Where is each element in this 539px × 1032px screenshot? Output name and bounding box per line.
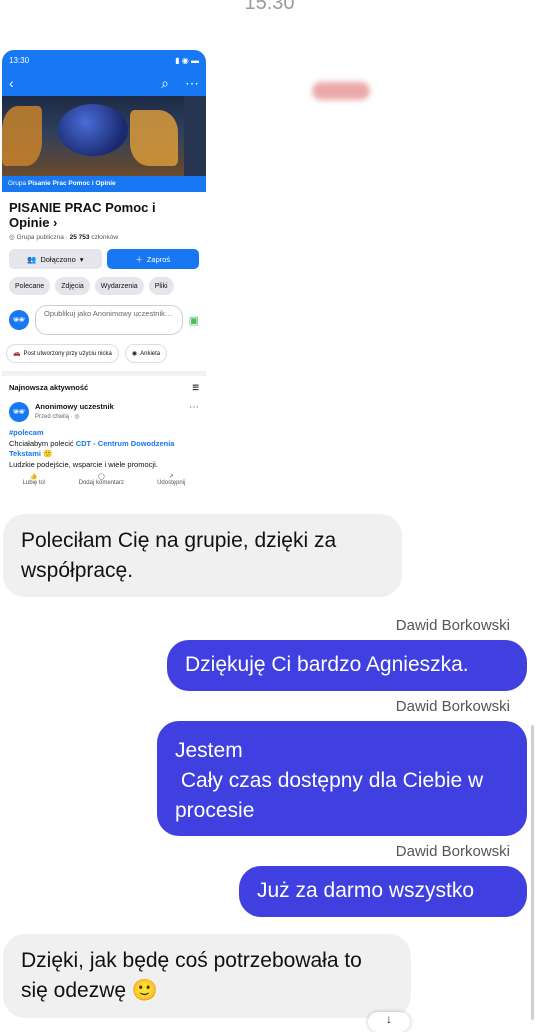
tag-poll-label: Ankieta: [140, 350, 161, 357]
like-label: Lubię to!: [22, 480, 46, 486]
joined-button: 👥 Dołączono ▾: [9, 249, 102, 269]
share-label: Udostępnij: [157, 480, 186, 486]
shared-screenshot[interactable]: 13:30 ▮ ◉ ▬ ‹ ⌕ ⋯ Grupa Pisanie Prac Pom…: [2, 50, 206, 512]
invite-button: ＋ Zaproś: [106, 249, 199, 269]
chip-featured: Polecane: [9, 277, 51, 295]
group-title: PISANIE PRAC Pomoc i Opinie ›: [9, 200, 156, 230]
group-cover-image: [2, 96, 206, 176]
invite-label: Zaproś: [146, 254, 171, 264]
comment-icon: ◯: [97, 474, 105, 480]
back-arrow-icon: ‹: [9, 75, 14, 91]
outgoing-message[interactable]: Jestem Cały czas dostępny dla Ciebie w p…: [157, 721, 527, 836]
like-icon: 👍: [30, 474, 38, 480]
message-text: Jestem Cały czas dostępny dla Ciebie w p…: [175, 739, 484, 822]
post-emoji: 🙂: [40, 449, 53, 458]
group-actions: 👥 Dołączono ▾ ＋ Zaproś: [2, 241, 206, 269]
group-label-strip: Grupa Pisanie Prac Pomoc i Opinie: [2, 176, 206, 192]
message-text: Dziękuję Ci bardzo Agnieszka.: [185, 653, 469, 676]
post-type-tags: 🚗 Post utworzony przy użyciu nicka ◉ Ankie…: [2, 335, 206, 363]
post-author-avatar-icon: 🕶: [9, 402, 29, 422]
post-body: #polecam Chciałabym polecić CDT - Centru…: [2, 422, 206, 470]
activity-label: Najnowsza aktywność: [9, 383, 89, 392]
post-time: Przed chwilą · ◎: [35, 413, 114, 420]
filter-icon: ☰: [192, 383, 199, 392]
add-person-icon: ＋: [135, 254, 143, 264]
tag-poll: ◉ Ankieta: [124, 344, 168, 363]
like-action: 👍 Lubię to!: [23, 473, 46, 486]
incoming-message[interactable]: Dzięki, jak będę coś potrzebowała to się…: [3, 934, 411, 1018]
group-meta: ◎ Grupa publiczna · 25 753 członków: [2, 230, 206, 241]
incoming-message[interactable]: Poleciłam Cię na grupie, dzięki za współ…: [3, 514, 402, 597]
chat-timestamp: 15:30: [244, 0, 295, 12]
joined-label: Dołączono: [40, 254, 76, 264]
more-icon: ⋯: [185, 74, 199, 91]
member-suffix: członków: [91, 234, 119, 241]
poll-icon: ◉: [131, 351, 138, 357]
message-text: Dzięki, jak będę coś potrzebowała to się…: [21, 949, 362, 1002]
activity-header: Najnowsza aktywność ☰: [2, 376, 206, 392]
post-header: 🕶 Anonimowy uczestnik Przed chwilą · ◎ ⋯: [2, 392, 206, 422]
post-author: Anonimowy uczestnik: [35, 402, 114, 411]
scroll-down-icon[interactable]: ↓: [368, 1012, 410, 1032]
chip-files: Pliki: [148, 277, 174, 295]
outgoing-message[interactable]: Dziękuję Ci bardzo Agnieszka.: [167, 640, 527, 691]
people-icon: 👥: [26, 254, 37, 264]
compose-row: 🕶 Opublikuj jako Anonimowy uczestnik… ▣: [2, 295, 206, 335]
group-tabs: Polecane Zdjęcia Wydarzenia Pliki: [2, 269, 206, 295]
outgoing-message[interactable]: Już za darmo wszystko: [239, 866, 527, 917]
chevron-down-icon: ▾: [79, 254, 84, 264]
car-icon: 🚗: [13, 351, 21, 357]
phone-status-bar: 13:30 ▮ ◉ ▬: [2, 50, 206, 70]
post-actions: 👍 Lubię to! ◯ Dodaj komentarz ↗ Udostępnij: [2, 470, 206, 486]
tag-nickname: 🚗 Post utworzony przy użyciu nicka: [6, 344, 119, 363]
post-time-text: Przed chwilą ·: [35, 414, 75, 420]
anonymous-avatar-icon: 🕶: [9, 310, 29, 330]
group-label-name: Pisanie Prac Pomoc i Opinie: [27, 180, 116, 187]
fb-nav-bar: ‹ ⌕ ⋯: [2, 70, 206, 96]
member-count: 25 753: [69, 234, 90, 241]
chip-photos: Zdjęcia: [55, 277, 90, 295]
photo-icon: ▣: [188, 314, 199, 327]
sender-name: Dawid Borkowski: [395, 843, 510, 860]
search-icon: ⌕: [161, 74, 169, 91]
post-text-before: Chciałabym polecić: [9, 438, 76, 448]
share-action: ↗ Udostępnij: [157, 473, 185, 486]
status-icons: ▮ ◉ ▬: [175, 55, 199, 65]
post-hashtag: #polecam: [9, 428, 44, 437]
tag-nickname-label: Post utworzony przy użyciu nicka: [23, 350, 112, 357]
globe-icon: ◎: [74, 414, 80, 420]
comment-label: Dodaj komentarz: [78, 480, 124, 486]
post-text-after: Ludzkie podejście, wsparcie i wiele prom…: [9, 459, 158, 469]
compose-input: Opublikuj jako Anonimowy uczestnik…: [35, 305, 183, 335]
status-time: 13:30: [9, 55, 30, 65]
group-type: Grupa publiczna ·: [16, 234, 68, 241]
post-more-icon: ⋯: [189, 402, 199, 413]
sender-name: Dawid Borkowski: [395, 617, 510, 634]
scrollbar[interactable]: [531, 725, 534, 1020]
globe-icon: ◎: [9, 234, 15, 241]
chip-events: Wydarzenia: [94, 277, 144, 295]
post-text-line: Chciałabym polecić CDT - Centrum Dowodze…: [9, 439, 199, 460]
message-text: Poleciłam Cię na grupie, dzięki za współ…: [21, 529, 337, 582]
sender-name: Dawid Borkowski: [395, 698, 510, 715]
message-text: Już za darmo wszystko: [257, 879, 475, 902]
group-label-prefix: Grupa: [8, 180, 27, 187]
redacted-name: [312, 82, 370, 100]
share-icon: ↗: [168, 474, 174, 480]
comment-action: ◯ Dodaj komentarz: [79, 473, 124, 486]
